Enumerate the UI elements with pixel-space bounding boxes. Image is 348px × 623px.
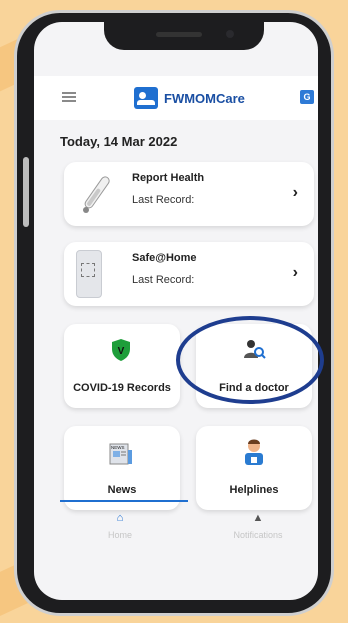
nav-active-indicator bbox=[60, 500, 188, 502]
app-screen: FWMOMCare G Today, 14 Mar 2022 Report He… bbox=[34, 22, 318, 600]
chevron-right-icon: › bbox=[292, 264, 298, 281]
bottom-nav: ⌂ Home ▲ Notifications bbox=[34, 500, 318, 560]
tile-label: Helplines bbox=[229, 484, 279, 496]
helplines-tile[interactable]: Helplines bbox=[196, 426, 312, 510]
speaker-grille bbox=[156, 32, 202, 37]
nav-label: Home bbox=[107, 530, 132, 540]
phone-side-button bbox=[23, 157, 29, 227]
svg-text:NEWS: NEWS bbox=[111, 445, 125, 450]
brand: FWMOMCare bbox=[134, 84, 245, 112]
card-subtitle: Last Record: bbox=[132, 274, 195, 286]
nav-notifications[interactable]: ▲ Notifications bbox=[208, 508, 308, 540]
highlight-ring bbox=[176, 316, 324, 404]
news-icon: NEWS bbox=[109, 443, 132, 465]
thermometer-icon bbox=[74, 170, 118, 218]
shield-v-icon: V bbox=[112, 339, 130, 361]
app-bar: FWMOMCare G bbox=[34, 76, 318, 120]
app-logo-icon bbox=[134, 87, 158, 109]
translate-icon[interactable]: G bbox=[300, 90, 314, 104]
covid-records-tile[interactable]: V COVID-19 Records bbox=[64, 324, 180, 408]
bell-icon: ▲ bbox=[252, 512, 264, 524]
tile-label: News bbox=[107, 484, 137, 496]
date-label: Today, 14 Mar 2022 bbox=[60, 134, 178, 149]
helpline-person-icon bbox=[245, 439, 263, 465]
nav-home[interactable]: ⌂ Home bbox=[70, 508, 170, 540]
front-camera bbox=[226, 30, 234, 38]
news-tile[interactable]: NEWS News bbox=[64, 426, 180, 510]
card-title: Report Health bbox=[132, 172, 205, 184]
card-subtitle: Last Record: bbox=[132, 194, 195, 206]
card-title: Safe@Home bbox=[132, 252, 197, 264]
app-title: FWMOMCare bbox=[164, 90, 245, 106]
tile-label: COVID-19 Records bbox=[73, 382, 171, 394]
home-icon: ⌂ bbox=[116, 512, 124, 524]
chevron-right-icon: › bbox=[292, 184, 298, 201]
hamburger-menu-icon[interactable] bbox=[62, 92, 76, 102]
phone-notch bbox=[104, 20, 264, 50]
phone-qr-icon bbox=[76, 250, 102, 298]
report-health-card[interactable]: Report Health Last Record: › bbox=[64, 162, 314, 226]
safe-at-home-card[interactable]: Safe@Home Last Record: › bbox=[64, 242, 314, 306]
svg-text:V: V bbox=[118, 346, 125, 357]
nav-label: Notifications bbox=[233, 530, 283, 540]
